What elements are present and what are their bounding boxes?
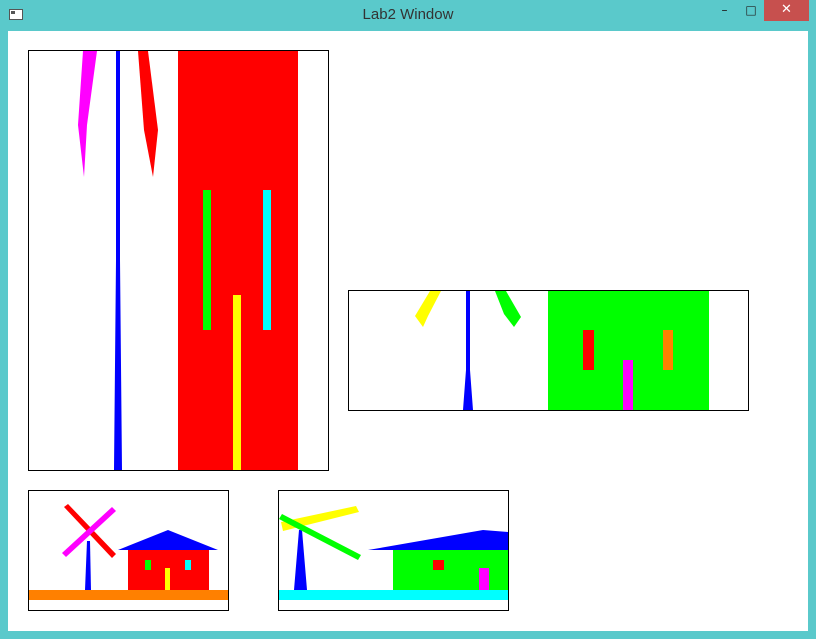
house-door: [165, 568, 170, 590]
maximize-button[interactable]: □: [738, 0, 764, 21]
ground-strip: [279, 590, 508, 600]
viewport-wide: [348, 290, 749, 411]
ground-strip: [29, 590, 228, 600]
house-window: [433, 560, 444, 570]
house-window: [185, 560, 191, 570]
window-title: Lab2 Window: [362, 6, 454, 23]
house-window: [583, 330, 594, 370]
house-door: [623, 360, 633, 410]
app-window: Lab2 Window – □ ✕: [0, 0, 816, 639]
viewport-large: [28, 50, 329, 471]
viewport-small-left: [28, 490, 229, 611]
minimize-button[interactable]: –: [711, 0, 738, 21]
client-area: [8, 31, 808, 631]
title-bar[interactable]: Lab2 Window – □ ✕: [0, 0, 816, 30]
house-door: [233, 295, 241, 470]
close-button[interactable]: ✕: [764, 0, 809, 21]
house-window: [663, 330, 673, 370]
house-window: [203, 190, 211, 330]
viewport-small-right: [278, 490, 509, 611]
house-wall: [393, 550, 508, 590]
house-window: [263, 190, 271, 330]
house-door: [479, 568, 489, 590]
house-window: [145, 560, 151, 570]
